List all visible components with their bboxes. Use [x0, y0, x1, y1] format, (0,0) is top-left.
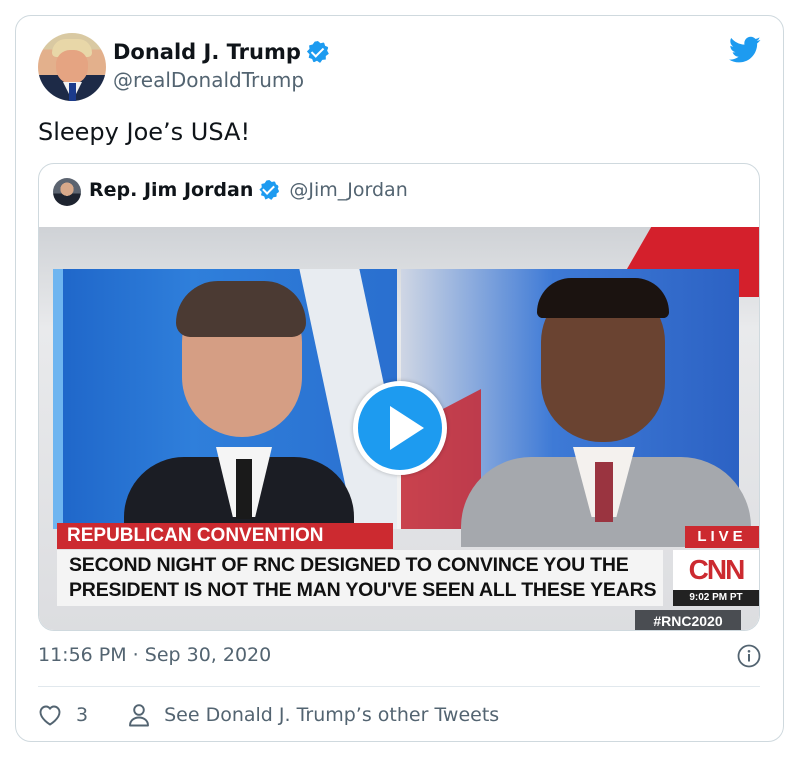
like-count[interactable]: 3: [76, 704, 88, 726]
verified-badge-icon: [259, 180, 280, 200]
heart-icon[interactable]: [38, 704, 62, 726]
quoted-author-avatar[interactable]: [53, 178, 81, 206]
quoted-author-handle[interactable]: @Jim_Jordan: [289, 179, 407, 201]
anchor-left-tie: [236, 459, 252, 519]
chyron-headline-line2: PRESIDENT IS NOT THE MAN YOU'VE SEEN ALL…: [69, 579, 657, 601]
person-icon[interactable]: [128, 703, 150, 727]
anchor-right-hair: [537, 278, 669, 318]
hashtag-badge: #RNC2020: [635, 610, 741, 630]
quoted-author-row[interactable]: Rep. Jim Jordan @Jim_Jordan: [89, 179, 408, 201]
twitter-bird-icon[interactable]: [729, 36, 761, 64]
chyron-banner: REPUBLICAN CONVENTION: [57, 523, 393, 549]
author-avatar[interactable]: [38, 33, 106, 101]
divider: [38, 686, 760, 687]
chyron-headline: SECOND NIGHT OF RNC DESIGNED TO CONVINCE…: [57, 550, 663, 606]
chyron-headline-line1: SECOND NIGHT OF RNC DESIGNED TO CONVINCE…: [69, 554, 629, 576]
verified-badge-icon: [306, 41, 329, 63]
anchor-left-hair: [176, 281, 306, 337]
info-icon[interactable]: [737, 644, 761, 668]
action-bar: 3 See Donald J. Trump’s other Tweets: [38, 700, 499, 730]
quoted-author-name[interactable]: Rep. Jim Jordan: [89, 179, 253, 201]
avatar-face: [56, 50, 88, 84]
network-logo: CNN: [673, 550, 759, 590]
anchor-right-tie: [595, 462, 613, 522]
play-icon[interactable]: [353, 381, 447, 475]
quoted-tweet[interactable]: Rep. Jim Jordan @Jim_Jordan REPUBLICAN C…: [38, 163, 760, 631]
tweet-card: Donald J. Trump @realDonaldTrump Sleepy …: [15, 15, 784, 742]
chyron: REPUBLICAN CONVENTION SECOND NIGHT OF RN…: [57, 523, 759, 617]
live-badge: LIVE: [685, 526, 759, 548]
tweet-text: Sleepy Joe’s USA!: [38, 118, 251, 146]
anchor-right: [461, 278, 751, 547]
video-player[interactable]: REPUBLICAN CONVENTION SECOND NIGHT OF RN…: [39, 227, 759, 630]
author-name-row[interactable]: Donald J. Trump: [113, 40, 329, 64]
author-handle[interactable]: @realDonaldTrump: [113, 68, 304, 92]
tweet-timestamp[interactable]: 11:56 PM · Sep 30, 2020: [38, 644, 271, 666]
broadcast-time: 9:02 PM PT: [673, 590, 759, 606]
panel-edge: [53, 269, 63, 529]
other-tweets-link[interactable]: See Donald J. Trump’s other Tweets: [164, 704, 499, 726]
author-name[interactable]: Donald J. Trump: [113, 40, 301, 64]
anchor-left: [124, 281, 354, 547]
avatar-tie: [69, 83, 76, 101]
